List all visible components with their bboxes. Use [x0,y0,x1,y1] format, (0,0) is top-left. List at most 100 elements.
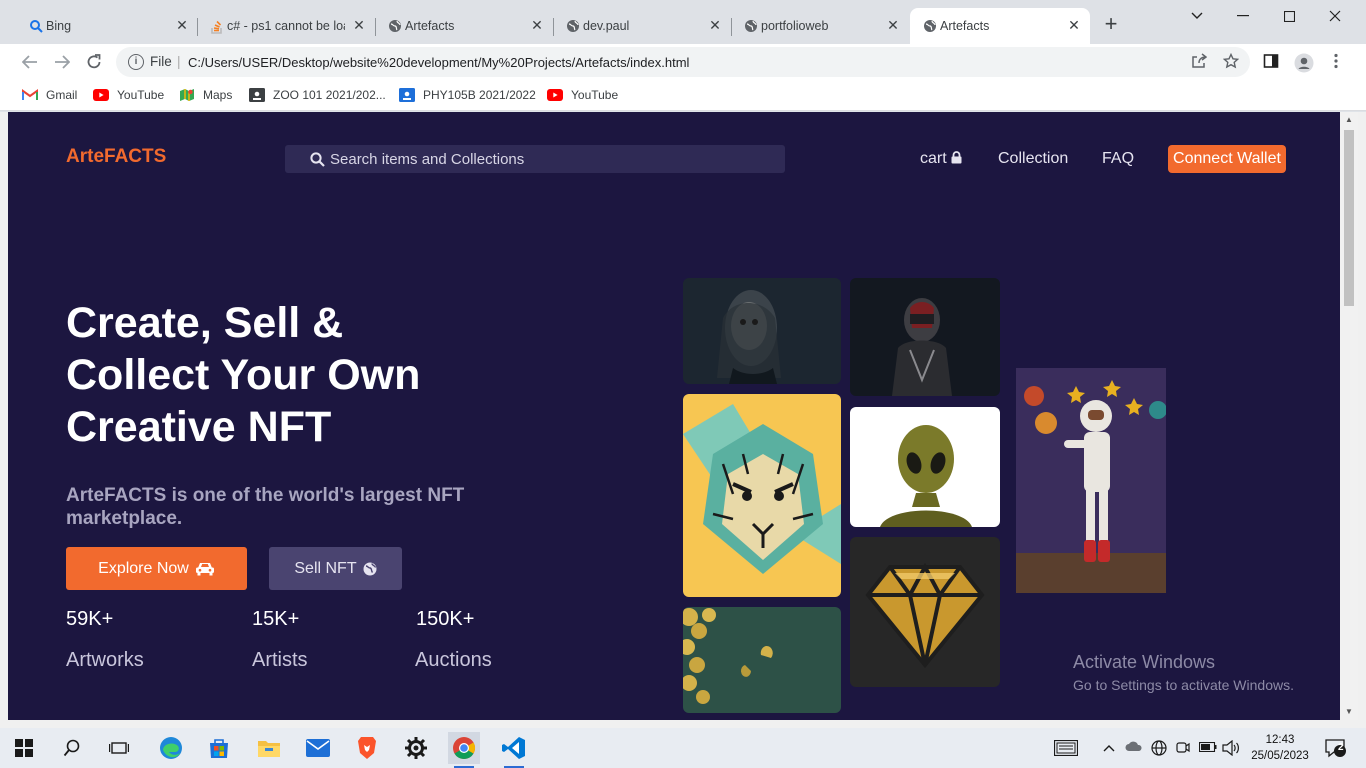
tab-stackoverflow[interactable]: c# - ps1 cannot be loa ✕ [197,8,375,44]
tab-artefacts[interactable]: Artefacts ✕ [375,8,553,44]
volume-speaker-icon[interactable] [1222,739,1240,759]
battery-icon[interactable] [1198,740,1217,755]
bookmark-maps[interactable]: Maps [179,86,232,104]
bookmark-gmail[interactable]: Gmail [22,86,77,104]
site-search-bar[interactable]: Search items and Collections [285,145,785,173]
back-button[interactable] [18,50,42,74]
nft-card-masked-figure[interactable] [850,278,1000,396]
microsoft-store-icon[interactable] [203,732,235,764]
maximize-button[interactable] [1266,0,1312,32]
bookmark-label: Gmail [46,88,78,102]
tab-search-chevron-icon[interactable] [1174,0,1220,32]
vscode-icon[interactable] [498,732,530,768]
nft-card-alien[interactable] [850,407,1000,527]
forward-button[interactable] [50,50,74,74]
clock-time: 12:43 [1265,734,1295,746]
tab-title: c# - ps1 cannot be loa [227,19,345,33]
mail-icon[interactable] [302,732,334,764]
nft-card-gold-diamond[interactable] [850,537,1000,687]
nft-card-tiger[interactable] [683,394,841,597]
hero-heading: Create, Sell & Collect Your Own Creative… [66,297,486,453]
url-text[interactable]: C:/Users/USER/Desktop/website%20developm… [188,55,689,70]
edge-browser-icon[interactable] [155,732,187,764]
system-clock[interactable]: 12:43 25/05/2023 [1248,732,1312,764]
task-view-icon[interactable] [103,732,135,764]
bookmark-star-icon[interactable] [1222,52,1240,71]
sell-nft-button[interactable]: Sell NFT [269,547,402,590]
close-tab-icon[interactable]: ✕ [174,17,190,33]
nft-card-dark-portrait[interactable] [683,278,841,384]
stat-value: 150K+ [416,608,475,630]
more-menu-icon[interactable] [1327,53,1345,71]
close-tab-icon[interactable]: ✕ [885,17,901,33]
stat-value: 59K+ [66,608,114,630]
gmail-icon [22,88,38,102]
brave-browser-icon[interactable] [351,732,383,764]
search-icon [310,152,325,167]
side-panel-icon[interactable] [1262,53,1280,71]
tab-bing[interactable]: Bing ✕ [16,8,198,44]
hero-line: Creative NFT [66,403,332,451]
classroom-icon [249,88,265,102]
start-windows-icon[interactable] [8,732,40,764]
tab-dev-paul[interactable]: dev.paul ✕ [553,8,731,44]
youtube-icon [93,88,109,102]
explore-now-button[interactable]: Explore Now [66,547,247,590]
bing-search-icon [28,18,44,34]
nav-collection[interactable]: Collection [998,150,1068,168]
window-right-edge [1358,112,1366,720]
tab-title: Bing [46,19,72,33]
scroll-up-arrow-icon[interactable]: ▲ [1340,112,1358,128]
scroll-down-arrow-icon[interactable]: ▼ [1340,704,1358,720]
search-placeholder: Search items and Collections [330,151,525,168]
settings-gear-icon[interactable] [400,732,432,764]
nav-faq[interactable]: FAQ [1102,150,1134,168]
bookmark-youtube-2[interactable]: YouTube [547,86,618,104]
nav-cart[interactable]: cart [920,150,962,169]
page-scrollbar[interactable]: ▲ ▼ [1340,112,1358,720]
onedrive-icon[interactable] [1125,740,1143,755]
bookmarks-bar: Gmail YouTube Maps ZOO 101 2021/202... P… [0,80,1366,111]
close-tab-icon[interactable]: ✕ [707,17,723,33]
nft-card-astronaut[interactable] [1016,368,1166,593]
hero-line: Create, Sell & [66,299,344,347]
new-tab-button[interactable]: + [1100,13,1122,36]
connect-wallet-button[interactable]: Connect Wallet [1168,145,1286,173]
close-tab-icon[interactable]: ✕ [529,17,545,33]
site-info-icon[interactable]: i [128,54,144,70]
bookmark-phy105b[interactable]: PHY105B 2021/2022 [399,86,536,104]
address-bar[interactable]: i File | C:/Users/USER/Desktop/website%2… [116,47,1250,77]
nft-card-gold-coins[interactable] [683,607,841,713]
reload-button[interactable] [82,50,106,74]
tab-portfolioweb[interactable]: portfolioweb ✕ [731,8,909,44]
bookmark-label: YouTube [571,88,619,102]
maps-icon [179,88,195,102]
close-window-button[interactable] [1312,0,1358,32]
chrome-browser-icon[interactable] [448,732,480,768]
globe-icon [387,18,403,34]
site-logo[interactable]: ArteFACTS [66,146,166,168]
network-globe-icon[interactable] [1151,740,1167,759]
close-tab-icon[interactable]: ✕ [1066,17,1082,33]
meet-now-icon[interactable] [1176,740,1190,759]
scrollbar-thumb[interactable] [1344,130,1354,306]
browser-toolbar: i File | C:/Users/USER/Desktop/website%2… [0,44,1366,80]
bookmark-youtube[interactable]: YouTube [93,86,164,104]
hero-subtitle: ArteFACTS is one of the world's largest … [66,485,465,529]
minimize-button[interactable] [1220,0,1266,32]
input-keyboard-icon[interactable] [1050,732,1082,764]
taskbar-search-icon[interactable] [56,732,88,764]
car-icon [195,561,215,576]
globe-icon [922,18,938,34]
window-left-edge [0,112,8,720]
tray-chevron-up-icon[interactable] [1103,740,1115,755]
share-icon[interactable] [1190,53,1208,71]
tab-artefacts-active[interactable]: Artefacts ✕ [910,8,1090,44]
tab-title: Artefacts [940,19,990,33]
profile-avatar-icon[interactable] [1294,53,1314,73]
file-explorer-icon[interactable] [253,732,285,764]
classroom-icon [399,88,415,102]
bookmark-zoo101[interactable]: ZOO 101 2021/202... [249,86,386,104]
notification-center-icon[interactable]: 2 [1320,732,1352,764]
close-tab-icon[interactable]: ✕ [351,17,367,33]
